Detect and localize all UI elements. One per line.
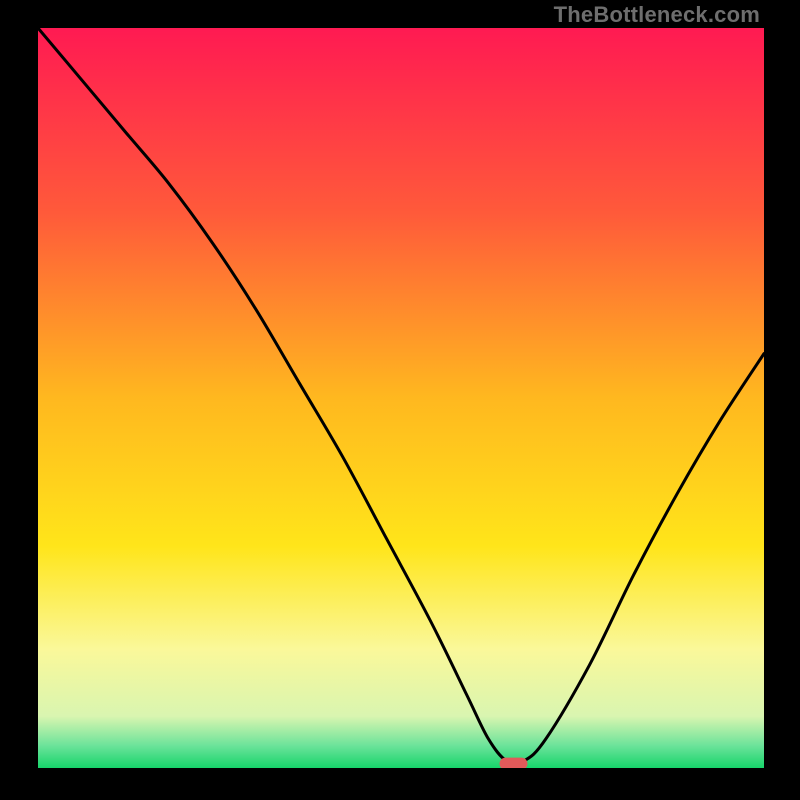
optimal-marker	[500, 758, 528, 768]
bottleneck-curve	[38, 28, 764, 763]
chart-frame: TheBottleneck.com	[0, 0, 800, 800]
watermark-label: TheBottleneck.com	[554, 2, 760, 28]
curve-layer	[38, 28, 764, 768]
plot-area	[38, 28, 764, 768]
